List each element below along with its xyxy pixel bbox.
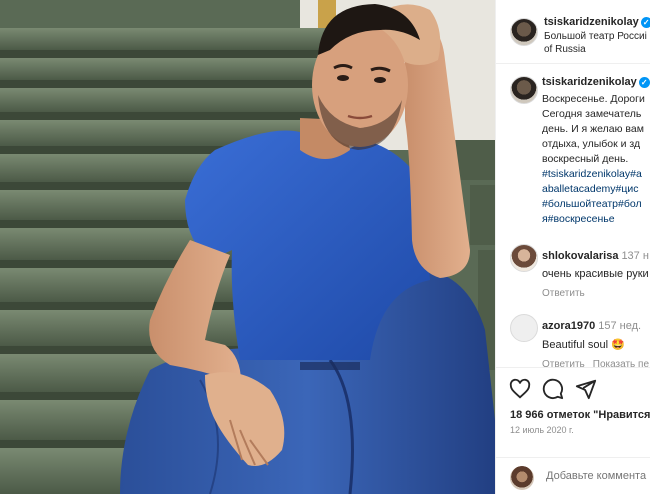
caption-author-username[interactable]: tsiskaridzenikolay [542,76,637,88]
hashtag-link[interactable]: я#воскресенье [542,212,650,227]
caption-line: отдыха, улыбок и зд [542,138,641,150]
post-sidebar: tsiskaridzenikolay ✓ Большой театр Россиі… [495,0,650,494]
caption-text: Воскресенье. Дороги Сегодня замечатель д… [542,92,650,227]
caption-line: воскресный день. [542,153,629,165]
caption-author-row: tsiskaridzenikolay ✓ [542,76,650,88]
current-user-avatar [510,466,534,490]
author-avatar[interactable] [510,18,538,46]
add-comment-bar [496,457,650,494]
comment-time: 137 н [621,250,649,262]
likes-count[interactable]: 18 966 отметок "Нравится [510,409,650,421]
hashtag-link[interactable]: #большойтеатр#бол [542,197,650,212]
post-location-cont[interactable]: of Russia [544,43,650,56]
hashtag-link[interactable]: #tsiskaridzenikolay#а [542,167,650,182]
verified-badge-icon: ✓ [640,17,650,28]
caption-line: день. И я желаю вам [542,123,644,135]
comment-text: очень красивые руки [542,268,649,280]
caption-line: Воскресенье. Дороги [542,93,645,105]
comment-icon[interactable] [542,378,564,400]
caption-author-avatar[interactable] [510,76,538,104]
reply-button[interactable]: Ответить [542,288,585,299]
commenter-avatar-placeholder[interactable] [510,314,538,342]
add-comment-input[interactable] [546,470,650,482]
share-icon[interactable] [575,378,597,400]
commenter-username[interactable]: azora1970 [542,320,595,332]
post-photo[interactable] [0,0,495,494]
heart-icon[interactable] [509,378,531,400]
post-header: tsiskaridzenikolay ✓ Большой театр Россиі… [496,0,650,64]
comment-actions: Ответить [542,288,649,299]
caption-verified-badge-icon: ✓ [638,77,650,88]
comment-text: Beautiful soul 🤩 [542,339,625,351]
post-date: 12 июль 2020 г. [510,425,574,435]
author-username-row: tsiskaridzenikolay ✓ [544,16,650,28]
commenter-avatar[interactable] [510,244,538,272]
caption-line: Сегодня замечатель [542,108,642,120]
post-photo-image [0,0,495,494]
hashtag-link[interactable]: aballetacademy#цис [542,182,650,197]
post-location[interactable]: Большой театр Россиі [544,30,650,43]
post-action-bar: 18 966 отметок "Нравится 12 июль 2020 г. [496,367,650,494]
commenter-username[interactable]: shlokovalarisa [542,250,618,262]
author-username[interactable]: tsiskaridzenikolay [544,16,639,28]
comment-time: 157 нед. [598,320,642,332]
